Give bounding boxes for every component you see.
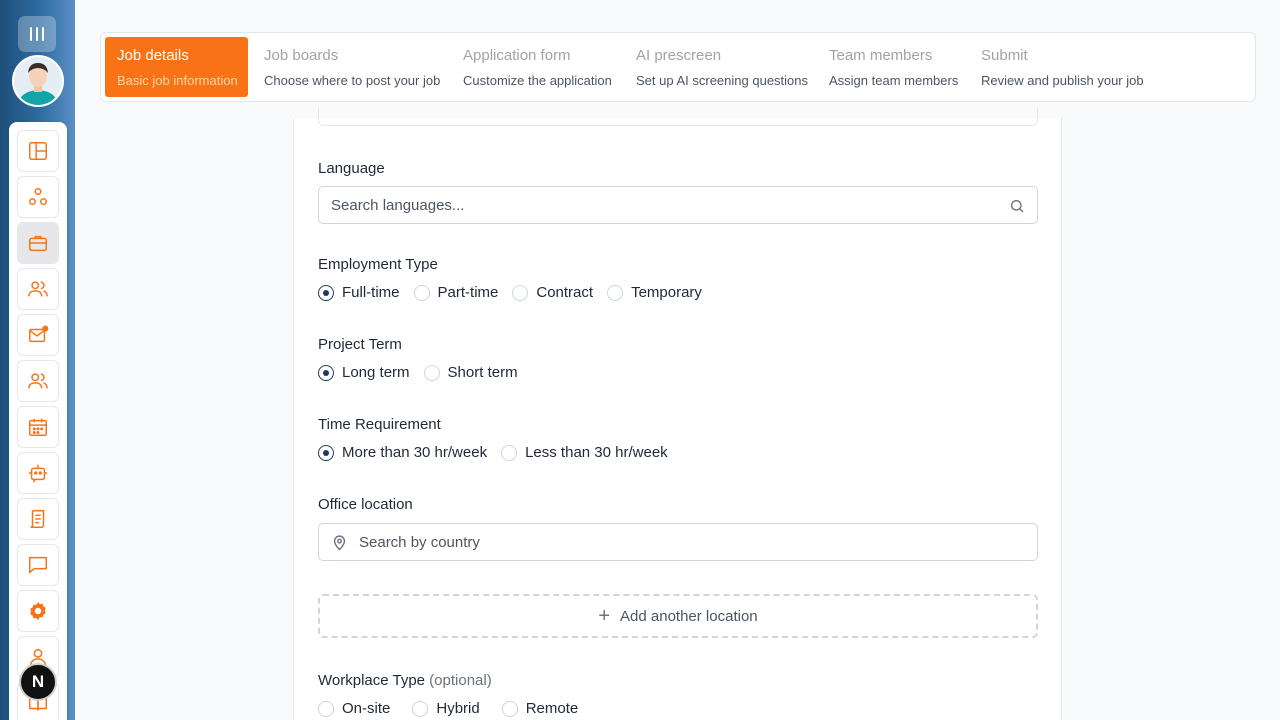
chat-icon[interactable] — [17, 544, 59, 586]
step-title: Application form — [463, 47, 571, 64]
radio-label: Temporary — [631, 284, 702, 301]
settings-icon[interactable] — [17, 590, 59, 632]
radio-long-term[interactable]: Long term — [318, 364, 410, 381]
plus-icon: + — [598, 605, 611, 627]
mail-notification-icon[interactable] — [17, 314, 59, 356]
job-stepper: Job details Basic job information Job bo… — [100, 32, 1256, 102]
candidates-icon[interactable] — [17, 268, 59, 310]
language-search-input[interactable]: Search languages... — [318, 186, 1038, 224]
office-location-placeholder: Search by country — [359, 533, 480, 551]
bot-icon[interactable] — [17, 452, 59, 494]
step-desc: Basic job information — [117, 73, 238, 88]
step-desc: Set up AI screening questions — [636, 73, 809, 88]
radio-full-time[interactable]: Full-time — [318, 284, 400, 301]
n-badge-button[interactable]: N — [19, 663, 57, 701]
briefcase-icon[interactable] — [17, 222, 59, 264]
avatar[interactable] — [12, 55, 64, 107]
radio-on-site[interactable]: On-site — [318, 700, 390, 717]
step-job-boards[interactable]: Job boards Choose where to post your job — [252, 37, 452, 97]
team-icon[interactable] — [17, 360, 59, 402]
radio-button[interactable] — [423, 364, 440, 381]
workplace-type-label: Workplace Type (optional) — [318, 672, 492, 689]
radio-button[interactable] — [413, 284, 430, 301]
radio-button[interactable] — [512, 284, 529, 301]
step-desc: Customize the application — [463, 73, 612, 88]
step-desc: Review and publish your job — [981, 73, 1144, 88]
radio-remote[interactable]: Remote — [501, 700, 579, 717]
calendar-icon[interactable] — [17, 406, 59, 448]
radio-temporary[interactable]: Temporary — [607, 284, 702, 301]
sidebar-nav — [9, 122, 67, 720]
office-location-input[interactable]: Search by country — [318, 523, 1038, 561]
employment-type-group: Full-time Part-time Contract Temporary — [318, 284, 716, 301]
sidebar-toggle-button[interactable] — [18, 16, 56, 52]
radio-button[interactable] — [318, 700, 334, 717]
previous-field-edge — [318, 108, 1038, 126]
step-title: Submit — [981, 47, 1028, 64]
radio-label: On-site — [342, 700, 391, 717]
radio-less-than-30[interactable]: Less than 30 hr/week — [501, 444, 668, 461]
step-application-form[interactable]: Application form Customize the applicati… — [451, 37, 624, 97]
radio-label: Short term — [447, 364, 518, 381]
org-chart-icon[interactable] — [17, 176, 59, 218]
step-team-members[interactable]: Team members Assign team members — [817, 37, 970, 97]
radio-label: Full-time — [342, 284, 400, 301]
main-content: Job details Basic job information Job bo… — [75, 0, 1280, 720]
radio-label: Long term — [342, 364, 410, 381]
sidebar-rail: N — [0, 0, 75, 720]
language-placeholder: Search languages... — [331, 196, 465, 214]
location-pin-icon — [333, 535, 346, 551]
radio-more-than-30[interactable]: More than 30 hr/week — [318, 444, 487, 461]
radio-button[interactable] — [318, 444, 334, 461]
add-another-location-button[interactable]: + Add another location — [318, 594, 1038, 638]
search-icon — [1011, 200, 1024, 213]
radio-hybrid[interactable]: Hybrid — [412, 700, 480, 717]
step-ai-prescreen[interactable]: AI prescreen Set up AI screening questio… — [624, 37, 820, 97]
workplace-type-text: Workplace Type — [318, 672, 425, 689]
workplace-type-group: On-site Hybrid Remote — [318, 700, 592, 717]
radio-button[interactable] — [412, 700, 429, 717]
step-title: Job details — [117, 47, 189, 64]
job-details-form: Language Search languages... Employment … — [293, 108, 1062, 720]
project-term-label: Project Term — [318, 336, 402, 353]
radio-label: Contract — [536, 284, 594, 301]
office-location-label: Office location — [318, 496, 413, 513]
radio-button[interactable] — [501, 444, 518, 461]
step-desc: Assign team members — [829, 73, 959, 88]
radio-label: Remote — [525, 700, 579, 717]
step-title: Team members — [829, 47, 933, 64]
document-icon[interactable] — [17, 498, 59, 540]
radio-button[interactable] — [501, 700, 518, 717]
radio-button[interactable] — [607, 284, 624, 301]
step-job-details[interactable]: Job details Basic job information — [105, 37, 248, 97]
step-title: Job boards — [264, 47, 339, 64]
radio-part-time[interactable]: Part-time — [413, 284, 499, 301]
language-label: Language — [318, 160, 385, 177]
dashboard-icon[interactable] — [17, 130, 59, 172]
add-location-label: Add another location — [620, 607, 758, 625]
radio-label: Part-time — [437, 284, 499, 301]
step-title: AI prescreen — [636, 47, 722, 64]
step-submit[interactable]: Submit Review and publish your job — [969, 37, 1156, 97]
radio-button[interactable] — [318, 364, 334, 381]
step-desc: Choose where to post your job — [264, 73, 441, 88]
time-requirement-group: More than 30 hr/week Less than 30 hr/wee… — [318, 444, 682, 461]
radio-label: More than 30 hr/week — [342, 444, 488, 461]
time-requirement-label: Time Requirement — [318, 416, 441, 433]
employment-type-label: Employment Type — [318, 256, 438, 273]
optional-tag: (optional) — [429, 672, 492, 689]
radio-button[interactable] — [318, 284, 334, 301]
radio-contract[interactable]: Contract — [512, 284, 593, 301]
radio-short-term[interactable]: Short term — [423, 364, 518, 381]
radio-label: Hybrid — [436, 700, 480, 717]
radio-label: Less than 30 hr/week — [525, 444, 668, 461]
project-term-group: Long term Short term — [318, 364, 532, 381]
